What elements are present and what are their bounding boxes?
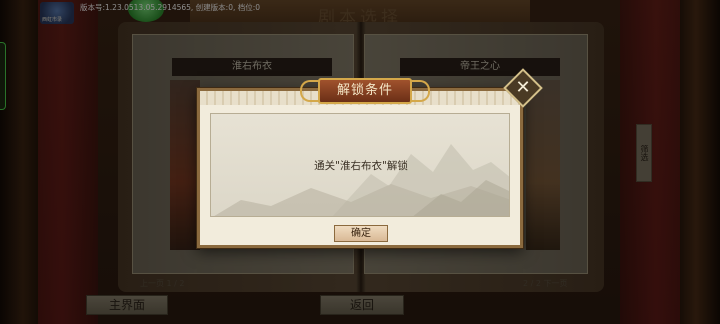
- dialog-title: 解锁条件: [318, 78, 412, 104]
- close-icon[interactable]: ✕: [509, 74, 537, 102]
- unlock-message: 通关"淮右布衣"解锁: [314, 160, 408, 172]
- unlock-condition-dialog: 通关"淮右布衣"解锁 确定: [197, 88, 523, 248]
- plaque-ornament-left: [300, 80, 320, 102]
- dialog-message-panel: 通关"淮右布衣"解锁: [210, 113, 510, 217]
- confirm-button[interactable]: 确定: [334, 225, 388, 242]
- game-screen: 剧本选择 西虹市录 版本号:1.23.0513.05.2914565, 创建版本…: [0, 0, 720, 324]
- plaque-ornament-right: [410, 80, 430, 102]
